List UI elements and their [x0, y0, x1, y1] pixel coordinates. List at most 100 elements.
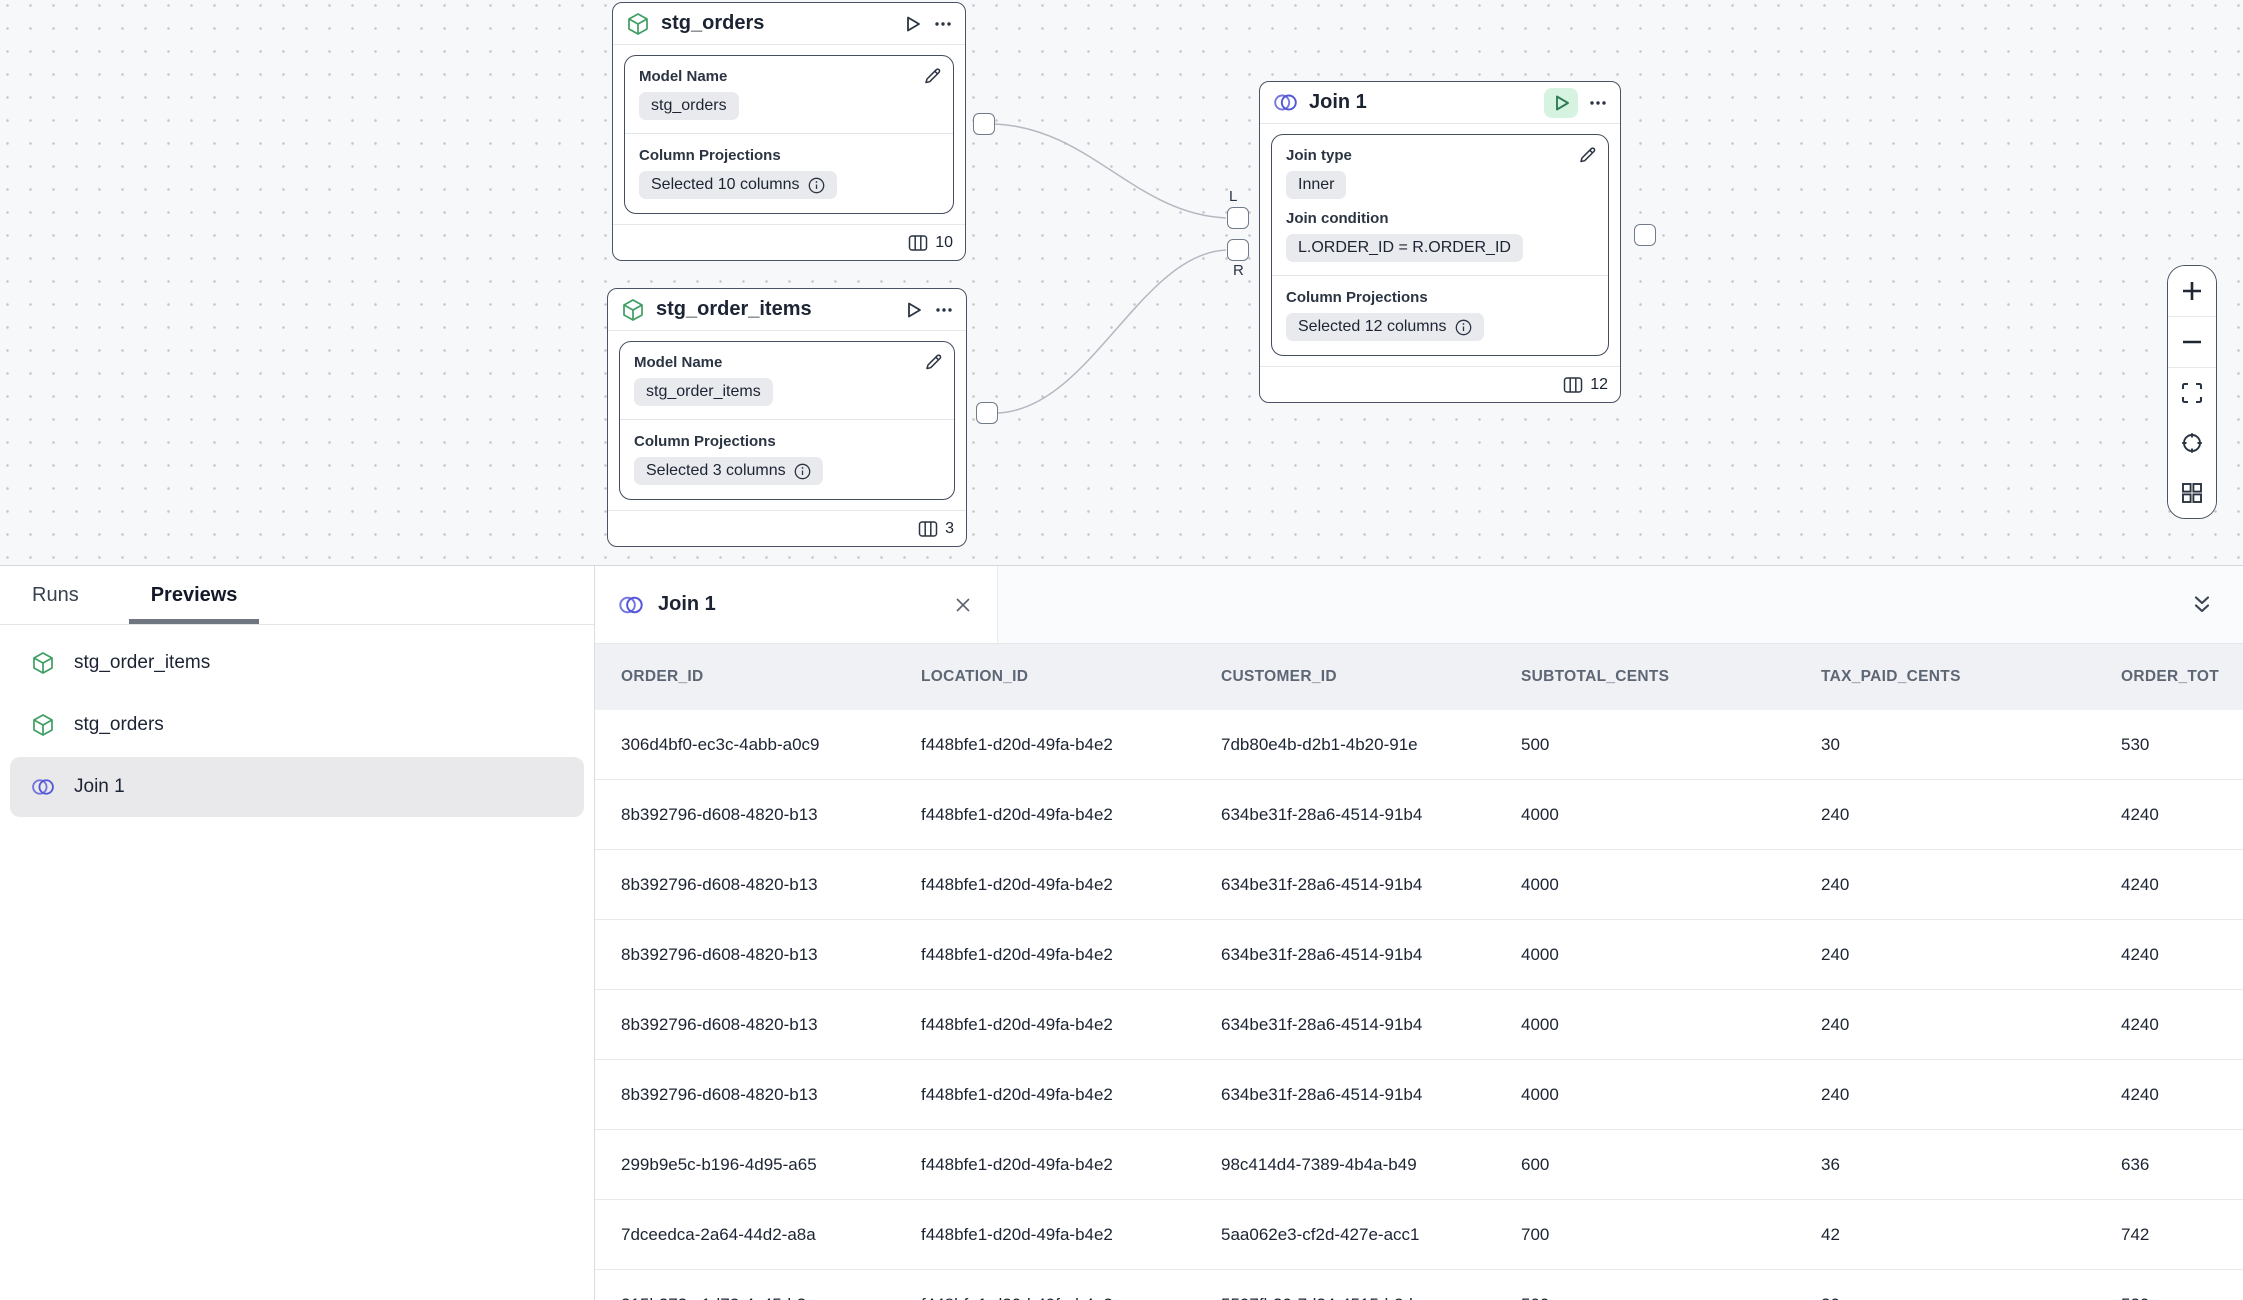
- cell-customer-id: 634be31f-28a6-4514-91b4: [1195, 1015, 1495, 1035]
- node-header: stg_orders: [613, 3, 965, 45]
- node-footer: 3: [608, 510, 966, 546]
- join-icon: [30, 774, 56, 800]
- target-handle-join-right[interactable]: [1227, 239, 1249, 261]
- cell-location-id: f448bfe1-d20d-49fa-b4e2: [895, 875, 1195, 895]
- tab-previews[interactable]: Previews: [129, 566, 260, 624]
- node-stg-order-items[interactable]: stg_order_items Model Name stg_order_ite…: [607, 288, 967, 547]
- table-row[interactable]: 8b392796-d608-4820-b13 f448bfe1-d20d-49f…: [595, 990, 2243, 1060]
- model-icon: [30, 650, 56, 676]
- edit-icon[interactable]: [923, 352, 943, 372]
- sidebar-item-label: stg_order_items: [74, 652, 210, 674]
- column-header[interactable]: LOCATION_ID: [895, 668, 1195, 686]
- edge-stg-orders-to-join: [995, 124, 1226, 218]
- target-handle-join-left[interactable]: [1227, 207, 1249, 229]
- run-node-button[interactable]: [902, 299, 924, 321]
- tab-runs[interactable]: Runs: [28, 566, 83, 624]
- cell-customer-id: 634be31f-28a6-4514-91b4: [1195, 875, 1495, 895]
- edit-icon[interactable]: [1577, 145, 1597, 165]
- bottom-panel: Runs Previews stg_order_items stg_orders: [0, 565, 2243, 1300]
- table-row[interactable]: 306d4bf0-ec3c-4abb-a0c9 f448bfe1-d20d-49…: [595, 710, 2243, 780]
- previews-list: stg_order_items stg_orders Join 1: [0, 625, 594, 819]
- projections-text: Selected 3 columns: [646, 462, 786, 480]
- cell-subtotal-cents: 4000: [1495, 1015, 1795, 1035]
- close-icon[interactable]: [953, 595, 973, 615]
- cell-subtotal-cents: 4000: [1495, 945, 1795, 965]
- table-row[interactable]: 8b392796-d608-4820-b13 f448bfe1-d20d-49f…: [595, 780, 2243, 850]
- sidebar-item-stg-order-items[interactable]: stg_order_items: [10, 633, 584, 693]
- node-join-1[interactable]: Join 1 Join type Inner: [1259, 81, 1621, 403]
- cell-tax-paid-cents: 240: [1795, 1085, 2095, 1105]
- projections-value: Selected 10 columns: [639, 171, 837, 199]
- source-handle-join[interactable]: [1634, 224, 1656, 246]
- model-icon: [620, 297, 646, 323]
- join-condition-field: Join condition L.ORDER_ID = R.ORDER_ID: [1286, 210, 1594, 262]
- run-node-button[interactable]: [1544, 88, 1578, 118]
- model-name-field: Model Name stg_order_items: [634, 354, 940, 406]
- model-name-value: stg_order_items: [634, 378, 773, 406]
- node-title: stg_order_items: [656, 298, 892, 321]
- table-row[interactable]: 315b373c-1d72-4c45-b3 f448bfe1-d20d-49fa…: [595, 1270, 2243, 1300]
- sidebar-item-stg-orders[interactable]: stg_orders: [10, 695, 584, 755]
- sidebar-item-label: Join 1: [74, 776, 125, 798]
- preview-area: Join 1 ORDER_IDLOCATION_IDCUSTOMER_IDSUB…: [595, 566, 2243, 1300]
- node-menu-button[interactable]: [933, 14, 953, 34]
- cell-order-total: 4240: [2095, 875, 2243, 895]
- collapse-panel-icon[interactable]: [2189, 592, 2215, 618]
- column-projections-field: Column Projections Selected 12 columns: [1286, 289, 1594, 341]
- fit-view-button[interactable]: [2168, 368, 2216, 418]
- column-header[interactable]: TAX_PAID_CENTS: [1795, 668, 2095, 686]
- preview-tab-title: Join 1: [658, 593, 716, 616]
- cell-order-id: 8b392796-d608-4820-b13: [595, 875, 895, 895]
- cell-tax-paid-cents: 30: [1795, 1295, 2095, 1300]
- cell-order-id: 306d4bf0-ec3c-4abb-a0c9: [595, 735, 895, 755]
- node-body: Join type Inner Join condition L.ORDER_I…: [1260, 124, 1620, 366]
- field-label: Join type: [1286, 147, 1594, 164]
- node-config-card: Model Name stg_orders Column Projections…: [624, 55, 954, 214]
- column-header[interactable]: SUBTOTAL_CENTS: [1495, 668, 1795, 686]
- cell-customer-id: 634be31f-28a6-4514-91b4: [1195, 805, 1495, 825]
- zoom-in-button[interactable]: [2168, 266, 2216, 316]
- edit-icon[interactable]: [922, 66, 942, 86]
- cell-customer-id: 5aa062e3-cf2d-427e-acc1: [1195, 1225, 1495, 1245]
- preview-tab-join-1[interactable]: Join 1: [595, 566, 998, 643]
- model-icon: [30, 712, 56, 738]
- node-stg-orders[interactable]: stg_orders Model Name stg_orders: [612, 2, 966, 261]
- panel-sidebar: Runs Previews stg_order_items stg_orders: [0, 566, 595, 1300]
- pipeline-canvas[interactable]: stg_orders Model Name stg_orders: [0, 0, 2243, 565]
- minimap-toggle-button[interactable]: [2168, 468, 2216, 518]
- node-footer: 12: [1260, 366, 1620, 402]
- info-icon[interactable]: [808, 177, 825, 194]
- projections-text: Selected 12 columns: [1298, 318, 1447, 336]
- cell-subtotal-cents: 600: [1495, 1155, 1795, 1175]
- sidebar-item-join-1[interactable]: Join 1: [10, 757, 584, 817]
- column-header[interactable]: ORDER_ID: [595, 668, 895, 686]
- source-handle-stg-orders[interactable]: [973, 113, 995, 135]
- run-node-button[interactable]: [901, 13, 923, 35]
- table-row[interactable]: 299b9e5c-b196-4d95-a65 f448bfe1-d20d-49f…: [595, 1130, 2243, 1200]
- zoom-out-button[interactable]: [2168, 317, 2216, 367]
- column-header[interactable]: ORDER_TOT: [2095, 668, 2243, 686]
- table-row[interactable]: 8b392796-d608-4820-b13 f448bfe1-d20d-49f…: [595, 850, 2243, 920]
- center-view-button[interactable]: [2168, 418, 2216, 468]
- cell-customer-id: 634be31f-28a6-4514-91b4: [1195, 945, 1495, 965]
- table-row[interactable]: 8b392796-d608-4820-b13 f448bfe1-d20d-49f…: [595, 920, 2243, 990]
- panel-tabs: Runs Previews: [0, 566, 594, 625]
- cell-order-id: 8b392796-d608-4820-b13: [595, 1085, 895, 1105]
- column-projections-field: Column Projections Selected 10 columns: [639, 147, 939, 199]
- node-menu-button[interactable]: [934, 300, 954, 320]
- info-icon[interactable]: [794, 463, 811, 480]
- canvas-controls: [2167, 265, 2217, 519]
- projections-value: Selected 12 columns: [1286, 313, 1484, 341]
- cell-order-total: 4240: [2095, 1085, 2243, 1105]
- divider: [1272, 275, 1608, 276]
- join-right-label: R: [1233, 262, 1244, 279]
- field-label: Join condition: [1286, 210, 1594, 227]
- table-row[interactable]: 7dceedca-2a64-44d2-a8a f448bfe1-d20d-49f…: [595, 1200, 2243, 1270]
- node-footer: 10: [613, 224, 965, 260]
- model-icon: [625, 11, 651, 37]
- info-icon[interactable]: [1455, 319, 1472, 336]
- column-header[interactable]: CUSTOMER_ID: [1195, 668, 1495, 686]
- table-row[interactable]: 8b392796-d608-4820-b13 f448bfe1-d20d-49f…: [595, 1060, 2243, 1130]
- node-menu-button[interactable]: [1588, 93, 1608, 113]
- source-handle-stg-order-items[interactable]: [976, 402, 998, 424]
